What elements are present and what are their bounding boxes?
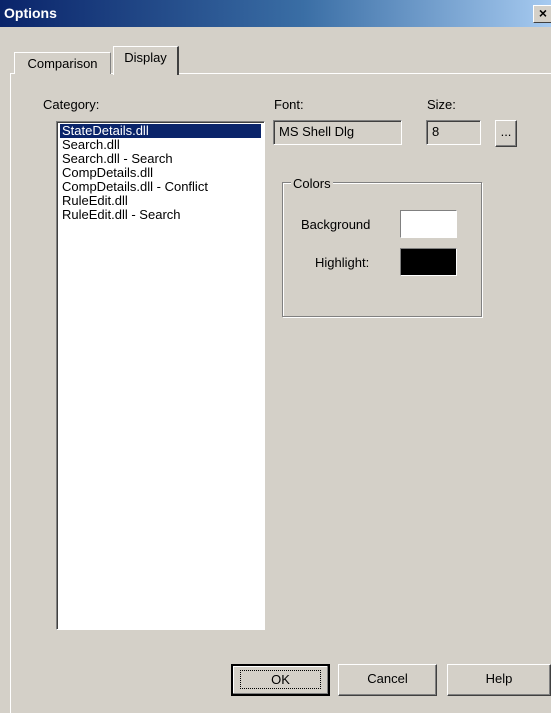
- highlight-label: Highlight:: [315, 255, 370, 270]
- tab-comparison[interactable]: Comparison: [14, 52, 111, 74]
- close-button[interactable]: ×: [533, 5, 551, 23]
- category-list-item[interactable]: RuleEdit.dll: [60, 194, 261, 208]
- size-label: Size:: [427, 97, 456, 112]
- font-browse-button[interactable]: ...: [495, 120, 517, 147]
- category-list-item[interactable]: Search.dll: [60, 138, 261, 152]
- title-bar: [0, 0, 551, 27]
- category-listbox[interactable]: StateDetails.dll Search.dll Search.dll - S…: [56, 121, 265, 630]
- close-icon: ×: [538, 5, 548, 21]
- size-field: 8: [426, 120, 481, 145]
- highlight-color-swatch[interactable]: [400, 248, 457, 276]
- category-list-item[interactable]: Search.dll - Search: [60, 152, 261, 166]
- window-title: Options: [4, 5, 57, 21]
- font-label: Font:: [274, 97, 304, 112]
- category-label: Category:: [43, 97, 100, 112]
- font-field: MS Shell Dlg: [273, 120, 402, 145]
- category-list-item[interactable]: CompDetails.dll: [60, 166, 261, 180]
- category-list-item[interactable]: StateDetails.dll: [60, 124, 261, 138]
- ok-button-label: OK: [240, 670, 321, 689]
- help-button[interactable]: Help: [447, 664, 551, 696]
- category-list-item[interactable]: CompDetails.dll - Conflict: [60, 180, 261, 194]
- colors-group-label: Colors: [291, 176, 333, 191]
- category-list-item[interactable]: RuleEdit.dll - Search: [60, 208, 261, 222]
- ok-button[interactable]: OK: [231, 664, 330, 696]
- cancel-button[interactable]: Cancel: [338, 664, 437, 696]
- background-label: Background: [301, 217, 371, 232]
- tab-display[interactable]: Display: [113, 46, 179, 75]
- background-color-swatch[interactable]: [400, 210, 457, 238]
